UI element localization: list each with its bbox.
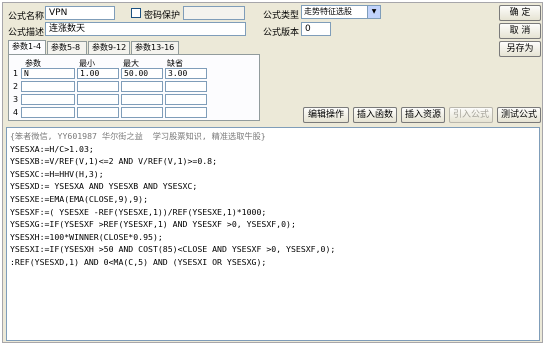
ok-button[interactable]: 确 定	[499, 5, 541, 21]
tab-params-13-16[interactable]: 参数13-16	[131, 41, 179, 54]
password-protect-label: 密码保护	[144, 11, 181, 21]
code-line: YSESXF:=( YSESXE -REF(YSESXE,1))/REF(YSE…	[10, 206, 267, 217]
param-max-cell[interactable]	[121, 107, 163, 118]
chevron-down-icon[interactable]: ▼	[367, 6, 380, 18]
param-row-number: 2	[13, 82, 19, 91]
import-formula-button[interactable]: 引入公式	[449, 107, 493, 123]
code-line: YSESXC:=H=HHV(H,3);	[10, 168, 104, 179]
save-as-button[interactable]: 另存为	[499, 41, 541, 57]
param-max-cell[interactable]: 50.00	[121, 68, 163, 79]
code-line: YSESXB:=V/REF(V,1)<=2 AND V/REF(V,1)>=0.…	[10, 156, 218, 167]
param-row-number: 1	[13, 69, 19, 78]
params-panel: 参数 最小 最大 缺省 1 N 1.00 50.00 3.00 2 3 4	[8, 54, 260, 121]
formula-type-label: 公式类型	[263, 11, 300, 21]
insert-function-button[interactable]: 插入函数	[353, 107, 397, 123]
insert-resource-button[interactable]: 插入资源	[401, 107, 445, 123]
code-line: :REF(YSESXD,1) AND 0<MA(C,5) AND (YSESXI…	[10, 256, 267, 267]
param-name-cell[interactable]	[21, 81, 75, 92]
formula-version-input[interactable]: 0	[301, 22, 331, 36]
param-name-cell[interactable]	[21, 107, 75, 118]
formula-type-value: 走势特征选股	[304, 7, 352, 16]
param-max-cell[interactable]	[121, 94, 163, 105]
code-comment-line: {笨者微信, YY601987 华尔街之益 学习股票知识, 精准选取牛股}	[10, 131, 266, 141]
formula-desc-input[interactable]: 连涨数天	[45, 22, 246, 36]
param-min-cell[interactable]	[77, 94, 119, 105]
param-name-cell[interactable]	[21, 94, 75, 105]
param-default-cell[interactable]	[165, 81, 207, 92]
code-line: YSESXH:=100*WINNER(CLOSE*0.95);	[10, 231, 163, 242]
param-max-cell[interactable]	[121, 81, 163, 92]
param-row-number: 4	[13, 108, 19, 117]
param-min-cell[interactable]: 1.00	[77, 68, 119, 79]
param-default-cell[interactable]	[165, 94, 207, 105]
code-line: YSESXA:=H/C>1.03;	[10, 143, 94, 154]
code-line: YSESXD:= YSESXA AND YSESXB AND YSESXC;	[10, 181, 198, 192]
formula-name-label: 公式名称	[8, 12, 45, 22]
param-name-cell[interactable]: N	[21, 68, 75, 79]
formula-code-editor[interactable]: {笨者微信, YY601987 华尔街之益 学习股票知识, 精准选取牛股} YS…	[6, 127, 540, 341]
tab-params-1-4[interactable]: 参数1-4	[8, 40, 46, 54]
formula-editor-window: 公式名称 VPN 密码保护 公式描述 连涨数天 公式类型 走势特征选股 ▼ 公式…	[2, 2, 543, 343]
tab-params-9-12[interactable]: 参数9-12	[88, 41, 130, 54]
formula-version-label: 公式版本	[263, 28, 300, 38]
test-formula-button[interactable]: 测试公式	[497, 107, 541, 123]
param-min-cell[interactable]	[77, 107, 119, 118]
code-line: YSESXE:=EMA(EMA(CLOSE,9),9);	[10, 193, 149, 204]
cancel-button[interactable]: 取 消	[499, 23, 541, 39]
formula-name-input[interactable]: VPN	[45, 6, 115, 20]
code-line: YSESXG:=IF(YSESXF >REF(YSESXF,1) AND YSE…	[10, 219, 296, 230]
param-min-cell[interactable]	[77, 81, 119, 92]
formula-desc-label: 公式描述	[8, 28, 45, 38]
password-input[interactable]	[183, 6, 245, 20]
password-protect-checkbox[interactable]	[131, 8, 141, 18]
param-row-number: 3	[13, 95, 19, 104]
code-line: YSESXI:=IF(YSESXH >50 AND COST(85)<CLOSE…	[10, 244, 336, 255]
param-default-cell[interactable]: 3.00	[165, 68, 207, 79]
param-default-cell[interactable]	[165, 107, 207, 118]
edit-operation-button[interactable]: 编辑操作	[303, 107, 349, 123]
formula-type-select[interactable]: 走势特征选股 ▼	[301, 5, 381, 19]
tab-params-5-8[interactable]: 参数5-8	[47, 41, 87, 54]
